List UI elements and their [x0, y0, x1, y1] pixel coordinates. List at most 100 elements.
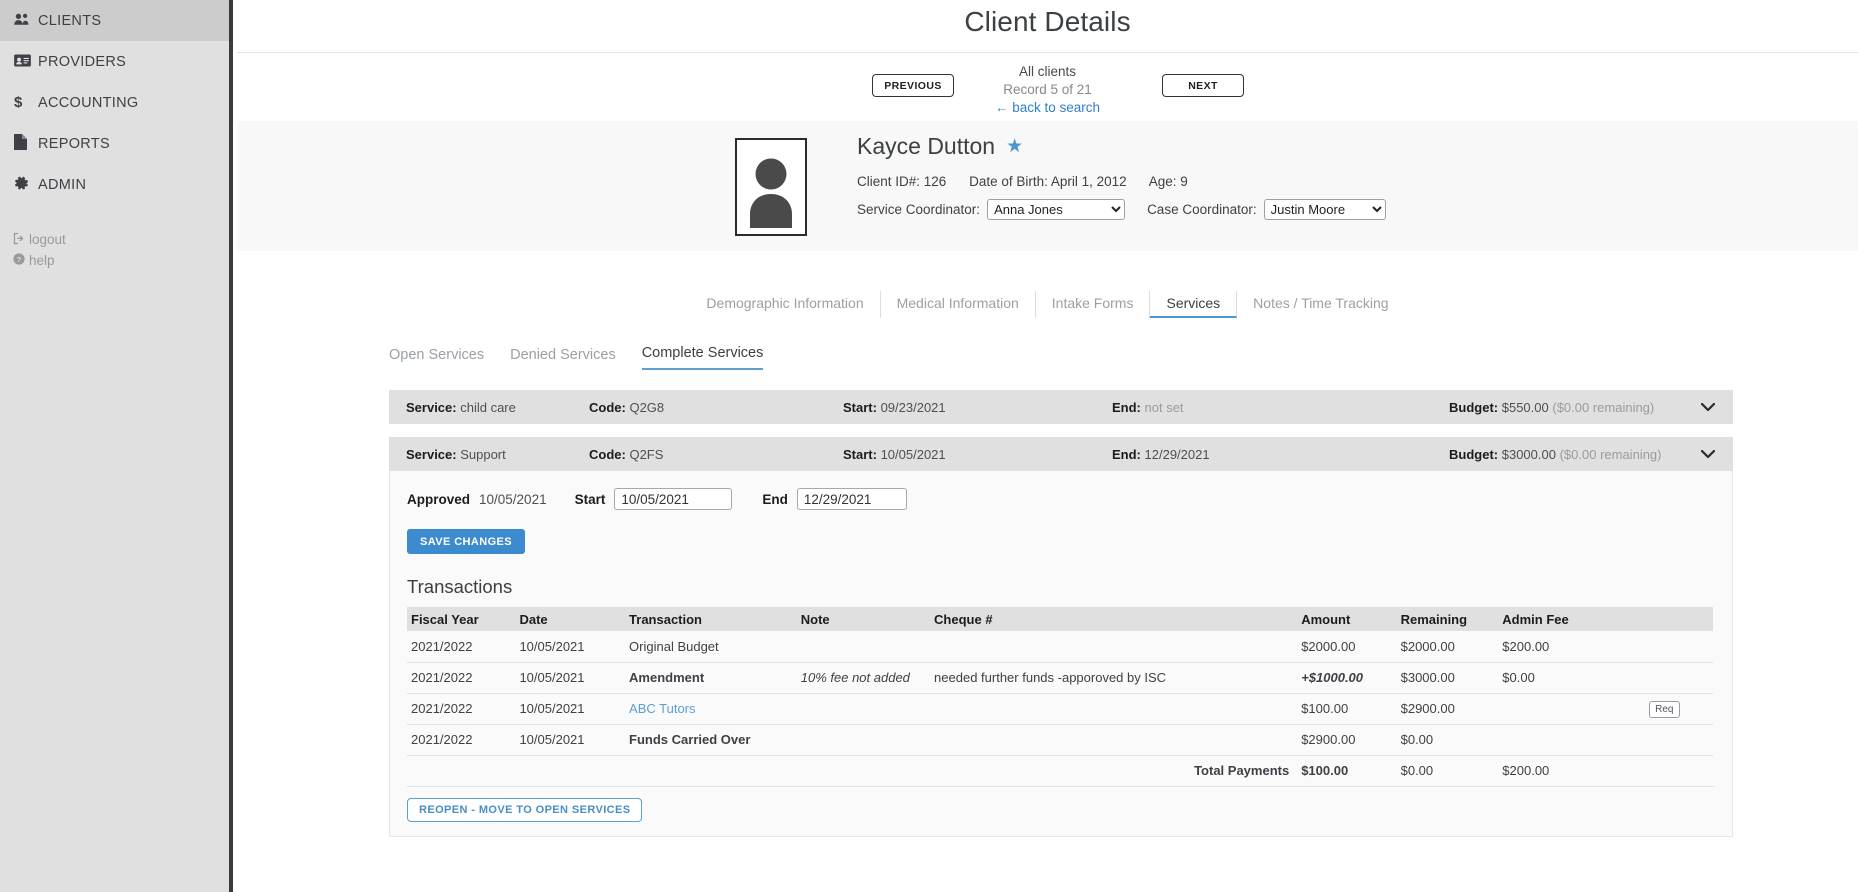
avatar	[735, 138, 807, 236]
start-date-input[interactable]	[614, 488, 733, 510]
sidebar-item-label: CLIENTS	[38, 12, 102, 29]
cell-admin-fee: $0.00	[1498, 662, 1646, 694]
id-card-icon	[14, 53, 38, 70]
sidebar-item-accounting[interactable]: $ ACCOUNTING	[0, 82, 229, 123]
table-body: 2021/2022 10/05/2021 Original Budget $2000.…	[407, 631, 1713, 786]
service-value: child care	[460, 399, 516, 415]
sidebar-item-label: PROVIDERS	[38, 53, 127, 70]
sidebar-item-admin[interactable]: ADMIN	[0, 164, 229, 205]
cell-admin-fee: $200.00	[1498, 631, 1646, 663]
start-date-label: Start	[574, 491, 606, 507]
cell-admin-fee	[1498, 724, 1646, 756]
favorite-star-icon[interactable]: ★	[1006, 135, 1023, 158]
service-field: Service: Support	[406, 447, 506, 462]
transactions-table: Fiscal Year Date Transaction Note Cheque # Am…	[407, 607, 1713, 786]
service-row-header[interactable]: Service: child care Code: Q2G8 Start: 09/2…	[389, 390, 1733, 424]
cell-cheque	[930, 693, 1298, 725]
service-row-header[interactable]: Service: Support Code: Q2FS Start: 10/05/2…	[389, 437, 1733, 471]
cell-amount: $100.00	[1297, 693, 1397, 725]
request-button[interactable]: Req	[1649, 700, 1680, 718]
sidebar-item-clients[interactable]: CLIENTS	[0, 0, 229, 41]
next-record-button[interactable]: NEXT	[1162, 74, 1244, 97]
tab-demographic-information[interactable]: Demographic Information	[690, 291, 881, 318]
start-label: Start:	[843, 399, 877, 415]
tab-medical-information[interactable]: Medical Information	[881, 291, 1036, 318]
column-header: Fiscal Year	[407, 607, 516, 631]
help-circle-icon: ?	[13, 253, 29, 268]
transaction-text: Original Budget	[629, 638, 719, 654]
services-list: Service: child care Code: Q2G8 Start: 09/2…	[389, 390, 1733, 837]
sidebar-item-logout[interactable]: logout	[0, 229, 229, 250]
service-label: Service:	[406, 399, 457, 415]
client-age: Age: 9	[1148, 174, 1188, 189]
chevron-down-icon[interactable]	[1700, 446, 1716, 462]
client-name-row: Kayce Dutton ★	[857, 133, 1408, 160]
main-tabs: Demographic Information Medical Informati…	[237, 291, 1858, 318]
end-field: End: 12/29/2021	[1112, 447, 1210, 462]
budget-label: Budget:	[1449, 446, 1499, 462]
approved-label: Approved	[407, 491, 471, 507]
cell-date: 10/05/2021	[515, 724, 626, 756]
column-header: Date	[515, 607, 626, 631]
cell-amount: +$1000.00	[1297, 662, 1397, 694]
subtab-complete-services[interactable]: Complete Services	[641, 345, 764, 370]
tab-intake-forms[interactable]: Intake Forms	[1036, 291, 1151, 318]
cell-remaining: $2900.00	[1396, 693, 1499, 725]
cell-note	[796, 693, 931, 725]
budget-label: Budget:	[1449, 399, 1499, 415]
subtab-denied-services[interactable]: Denied Services	[510, 347, 616, 370]
column-header	[1645, 607, 1713, 631]
service-detail-panel: Approved 10/05/2021 Start End SAVE CHANGES Tr…	[389, 471, 1733, 837]
cell-empty	[1645, 755, 1713, 786]
sidebar-item-label: ACCOUNTING	[38, 94, 139, 111]
end-label: End:	[1112, 399, 1141, 415]
case-coordinator-select[interactable]: Justin Moore	[1263, 199, 1386, 220]
sidebar-item-reports[interactable]: REPORTS	[0, 123, 229, 164]
sidebar-item-providers[interactable]: PROVIDERS	[0, 41, 229, 82]
cell-empty	[797, 755, 930, 786]
cell-date: 10/05/2021	[515, 631, 626, 663]
subtab-open-services[interactable]: Open Services	[389, 347, 484, 370]
transaction-link[interactable]: ABC Tutors	[629, 701, 695, 716]
case-coordinator-label: Case Coordinator:	[1147, 202, 1257, 217]
cell-remaining: $2000.00	[1396, 631, 1499, 663]
start-value: 09/23/2021	[880, 399, 946, 415]
page-title: Client Details	[964, 6, 1131, 37]
sidebar-item-help[interactable]: ? help	[0, 250, 229, 271]
service-coordinator-select[interactable]: Anna Jones	[987, 199, 1126, 220]
cell-empty	[407, 755, 515, 786]
code-label: Code:	[589, 446, 626, 462]
chevron-down-icon[interactable]	[1700, 399, 1716, 415]
sidebar: CLIENTS PROVIDERS $ ACCOUNTING REPORTS ADMIN …	[0, 0, 233, 892]
cell-transaction[interactable]: ABC Tutors	[625, 693, 797, 725]
client-meta: Client ID#: 126 Date of Birth: April 1, …	[857, 174, 1408, 189]
cell-cheque	[930, 724, 1298, 756]
end-date-input[interactable]	[796, 488, 907, 510]
total-amount: $100.00	[1301, 763, 1349, 779]
budget-value: $3000.00	[1501, 446, 1556, 462]
code-label: Code:	[589, 399, 626, 415]
tab-services[interactable]: Services	[1150, 291, 1238, 318]
reopen-move-to-open-services-button[interactable]: REOPEN - MOVE TO OPEN SERVICES	[407, 798, 643, 822]
tab-notes-time-tracking[interactable]: Notes / Time Tracking	[1237, 291, 1404, 318]
cell-date: 10/05/2021	[515, 662, 626, 694]
transactions-title: Transactions	[407, 576, 513, 597]
client-summary-band: Kayce Dutton ★ Client ID#: 126 Date of B…	[237, 121, 1858, 251]
transaction-text: Funds Carried Over	[629, 732, 751, 747]
total-admin-fee: $200.00	[1502, 763, 1550, 779]
sidebar-item-label: ADMIN	[38, 176, 87, 193]
record-navigation: PREVIOUS All clients Record 5 of 21 ← ba…	[237, 53, 1858, 121]
back-to-search-link[interactable]: ← back to search	[237, 99, 1858, 117]
svg-text:?: ?	[17, 255, 22, 264]
record-status: All clients Record 5 of 21 ← back to sea…	[237, 63, 1858, 117]
cell-action: Req	[1645, 693, 1713, 725]
cell-action	[1645, 724, 1713, 756]
cell-amount: $2900.00	[1297, 724, 1397, 756]
column-header: Cheque #	[930, 607, 1298, 631]
end-date-label: End	[762, 491, 788, 507]
column-header: Note	[796, 607, 931, 631]
budget-value: $550.00	[1501, 399, 1549, 415]
budget-remaining: ($0.00 remaining)	[1559, 446, 1662, 462]
users-icon	[14, 12, 38, 29]
save-changes-button[interactable]: SAVE CHANGES	[407, 529, 525, 554]
